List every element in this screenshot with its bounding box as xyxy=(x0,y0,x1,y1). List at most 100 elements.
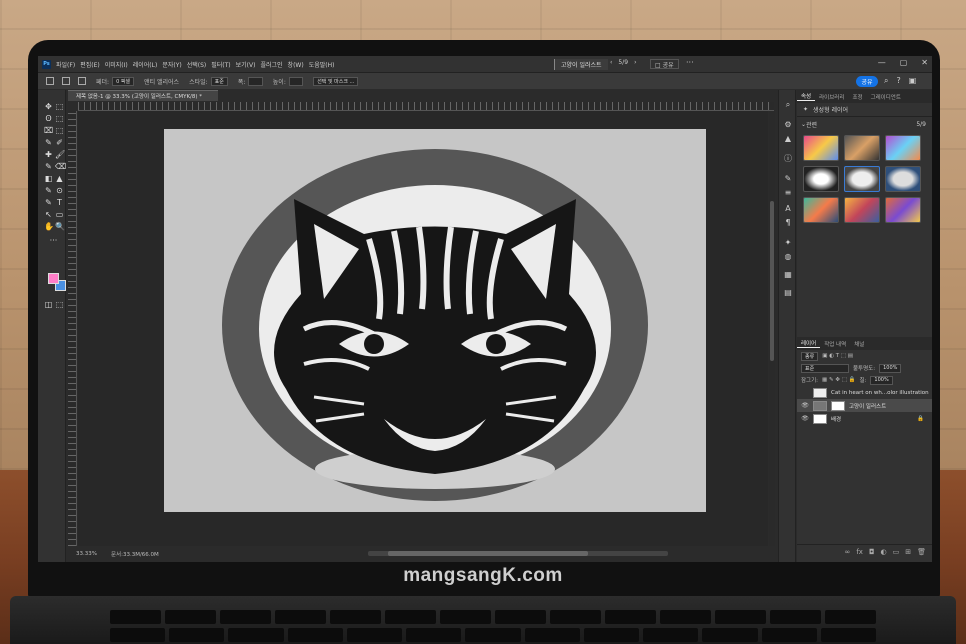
healing-tool-icon[interactable]: ✐ xyxy=(55,138,64,147)
variation-thumb[interactable] xyxy=(885,197,921,223)
document-canvas[interactable] xyxy=(164,129,706,512)
menu-filter[interactable]: 필터(T) xyxy=(211,60,230,69)
mask-icon[interactable]: ◘ xyxy=(869,548,875,556)
variation-thumb[interactable] xyxy=(844,135,880,161)
menu-edit[interactable]: 편집(E) xyxy=(80,60,100,69)
home-icon[interactable] xyxy=(46,77,54,85)
lock-icon[interactable]: 🔒 xyxy=(917,416,924,422)
quick-mask-icon[interactable]: ◫ xyxy=(44,300,53,309)
patterns-icon[interactable]: ▤ xyxy=(783,288,793,298)
variation-thumb[interactable] xyxy=(844,197,880,223)
marquee-tool-icon[interactable]: ⬚ xyxy=(55,102,64,111)
document-tab[interactable]: 제목 없음-1 @ 33.3% (고양이 일러스트, CMYK/8) * xyxy=(68,90,218,101)
fx-icon[interactable]: fx xyxy=(856,548,863,556)
menu-select[interactable]: 선택(S) xyxy=(187,60,207,69)
tab-libraries[interactable]: 라이브러리 xyxy=(815,93,848,101)
prev-icon[interactable]: ‹ xyxy=(610,59,612,66)
tab-gradients[interactable]: 그레이디언트 xyxy=(867,93,905,101)
eye-icon[interactable]: 👁 xyxy=(801,402,809,409)
layer-row-background[interactable]: 👁 배경 🔒 xyxy=(797,412,932,425)
menu-layer[interactable]: 레이어(L) xyxy=(133,60,158,69)
menu-file[interactable]: 파일(F) xyxy=(56,60,75,69)
link-icon[interactable]: ∞ xyxy=(845,548,851,556)
tab-layers[interactable]: 레이어 xyxy=(797,339,821,348)
variation-thumb[interactable] xyxy=(885,166,921,192)
new-layer-icon[interactable]: ⊞ xyxy=(905,548,911,556)
help-icon[interactable]: ? xyxy=(896,76,900,86)
workspace-icon[interactable]: ▣ xyxy=(909,76,917,86)
generated-title-tab[interactable]: 고양이 일러스트 xyxy=(554,59,608,70)
share-button[interactable]: 공유 xyxy=(856,76,878,87)
minimize-icon[interactable]: — xyxy=(878,58,886,67)
share-mini-button[interactable]: □ 공유 xyxy=(650,59,679,69)
select-and-mask-button[interactable]: 선택 및 마스크 ... xyxy=(313,76,359,86)
stamp-tool-icon[interactable]: 🖌 xyxy=(55,150,65,159)
maximize-icon[interactable]: ▢ xyxy=(900,58,908,67)
lasso-tool-icon[interactable]: ʘ xyxy=(44,114,53,123)
search-panel-icon[interactable]: ⌕ xyxy=(783,100,793,110)
info-icon[interactable]: ⓘ xyxy=(783,154,793,164)
frame-tool-icon[interactable]: ⬚ xyxy=(55,126,64,135)
fill-input[interactable]: 100% xyxy=(870,375,893,385)
move-tool-icon[interactable]: ✥ xyxy=(44,102,53,111)
layer-kind-filter[interactable]: 종류 xyxy=(801,351,819,361)
variation-thumb-selected[interactable] xyxy=(844,166,880,192)
style-select[interactable]: 표준 xyxy=(210,76,228,86)
gradient-tool-icon[interactable]: ◧ xyxy=(44,174,53,183)
document-info[interactable]: 문서:33.3M/66.0M xyxy=(111,550,159,558)
tab-channels[interactable]: 채널 xyxy=(850,340,868,348)
tab-adjustments[interactable]: 조정 xyxy=(848,93,866,101)
dodge-tool-icon[interactable]: ⊙ xyxy=(55,186,64,195)
history-brush-tool-icon[interactable]: ✎ xyxy=(44,162,53,171)
screen-mode-icon[interactable]: ⬚ xyxy=(55,300,64,309)
antialias-checkbox[interactable]: 앤티 앨리어스 xyxy=(144,77,179,86)
color-icon[interactable]: ◍ xyxy=(783,252,793,262)
more-icon[interactable]: ··· xyxy=(686,58,694,67)
blend-mode-select[interactable]: 표준 xyxy=(801,363,849,373)
width-input[interactable] xyxy=(248,76,263,86)
character-icon[interactable]: A xyxy=(783,204,793,214)
hand-tool-icon[interactable]: ✋ xyxy=(44,222,54,231)
variation-thumb[interactable] xyxy=(803,166,839,192)
path-tool-icon[interactable]: ✎ xyxy=(44,198,53,207)
layer-row-generated[interactable]: Cat in heart on wh...olor illustration xyxy=(797,386,932,399)
pen-tool-icon[interactable]: ✎ xyxy=(44,186,53,195)
filter-icons[interactable]: ▣ ◐ T ⬚ ▤ xyxy=(822,353,853,359)
menu-plugins[interactable]: 플러그인 xyxy=(260,60,282,69)
eye-icon[interactable]: 👁 xyxy=(801,415,809,422)
swatches-icon[interactable]: ▦ xyxy=(783,270,793,280)
histogram-icon[interactable]: ▲ xyxy=(783,134,793,144)
menu-image[interactable]: 이미지(I) xyxy=(105,60,128,69)
adjustment-icon[interactable]: ◐ xyxy=(881,548,887,556)
variation-thumb[interactable] xyxy=(803,135,839,161)
feather-input[interactable]: 0 픽셀 xyxy=(112,76,135,86)
search-icon[interactable]: ⌕ xyxy=(884,76,888,86)
height-input[interactable] xyxy=(288,76,304,86)
zoom-tool-icon[interactable]: 🔍 xyxy=(55,222,65,231)
variation-thumb[interactable] xyxy=(885,135,921,161)
opacity-input[interactable]: 100% xyxy=(879,363,902,373)
next-icon[interactable]: › xyxy=(634,59,636,66)
shapes-icon[interactable]: ✦ xyxy=(783,238,793,248)
brush-settings-icon[interactable]: ✎ xyxy=(783,174,793,184)
blur-tool-icon[interactable]: ▲ xyxy=(55,174,64,183)
rectangle-tool-icon[interactable]: ▭ xyxy=(55,210,64,219)
tab-history[interactable]: 작업 내역 xyxy=(820,340,850,348)
horizontal-scroll-thumb[interactable] xyxy=(388,551,588,556)
tab-properties[interactable]: 속성 xyxy=(797,92,816,101)
more-tools-icon[interactable]: ··· xyxy=(49,236,58,245)
path-select-tool-icon[interactable]: ↖ xyxy=(44,210,53,219)
related-header[interactable]: ⌄ 관련 5/9 xyxy=(797,117,932,131)
menu-type[interactable]: 문자(Y) xyxy=(162,60,181,69)
paragraph-icon[interactable]: ¶ xyxy=(783,218,793,228)
vertical-scroll-thumb[interactable] xyxy=(770,201,774,361)
object-select-tool-icon[interactable]: ⬚ xyxy=(55,114,64,123)
group-icon[interactable]: ▭ xyxy=(893,548,900,556)
variation-thumb[interactable] xyxy=(803,197,839,223)
lock-icons[interactable]: ▦ ✎ ✥ ⬚ 🔒 xyxy=(822,377,855,383)
vertical-scrollbar[interactable] xyxy=(769,111,775,546)
foreground-color-swatch[interactable] xyxy=(48,273,59,284)
zoom-level[interactable]: 33.33% xyxy=(76,551,97,557)
type-tool-icon[interactable]: T xyxy=(55,198,64,207)
new-selection-icon[interactable] xyxy=(78,77,86,85)
